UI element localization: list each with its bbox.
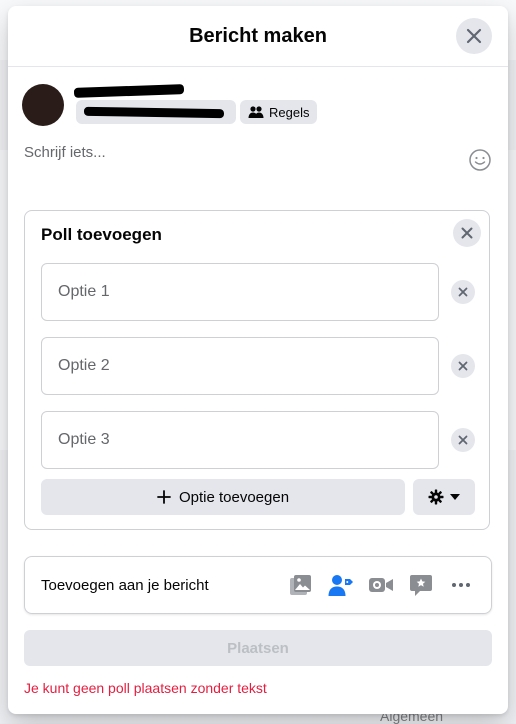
photo-video-icon: [290, 575, 311, 595]
add-to-post-bar: Toevoegen aan je bericht: [24, 556, 492, 614]
close-icon: [466, 28, 482, 44]
remove-option-button[interactable]: [451, 354, 475, 378]
photo-video-button[interactable]: [287, 571, 315, 599]
close-icon: [458, 361, 468, 371]
poll-option-input[interactable]: [41, 337, 439, 395]
gear-icon: [428, 489, 444, 505]
live-video-icon: [369, 578, 393, 592]
feeling-icon: [410, 575, 432, 596]
post-author: Regels: [22, 82, 492, 132]
more-options-button[interactable]: [447, 571, 475, 599]
poll-option-row: [41, 411, 475, 469]
emoji-button[interactable]: [468, 148, 492, 172]
remove-poll-button[interactable]: [453, 219, 481, 247]
redacted-name: [73, 84, 185, 98]
smiley-icon: [469, 149, 491, 171]
more-icon: [452, 583, 470, 587]
poll-option-row: [41, 263, 475, 321]
live-video-button[interactable]: [367, 571, 395, 599]
remove-option-button[interactable]: [451, 280, 475, 304]
close-icon: [461, 227, 473, 239]
remove-option-button[interactable]: [451, 428, 475, 452]
add-option-label: Optie toevoegen: [178, 488, 290, 506]
poll-settings-button[interactable]: [413, 479, 475, 515]
poll-card: Poll toevoegen Optie 1 Optie 2 Optie 3 O…: [24, 210, 490, 530]
post-button[interactable]: Plaatsen: [24, 630, 492, 666]
poll-option-input[interactable]: [41, 411, 439, 469]
poll-option-input[interactable]: [41, 263, 439, 321]
close-icon: [458, 435, 468, 445]
dialog-title: Bericht maken: [189, 24, 327, 47]
tag-people-button[interactable]: [327, 571, 355, 599]
avatar: [22, 84, 64, 126]
add-option-button[interactable]: Optie toevoegen: [41, 479, 405, 515]
rules-label: Regels: [269, 104, 310, 120]
tag-people-icon: [328, 575, 353, 596]
rules-button[interactable]: Regels: [240, 100, 318, 124]
close-button[interactable]: [456, 18, 492, 54]
caret-down-icon: [450, 494, 460, 500]
feeling-activity-button[interactable]: [407, 571, 435, 599]
poll-title: Poll toevoegen: [41, 225, 162, 244]
close-icon: [458, 287, 468, 297]
post-text-input[interactable]: Schrijf iets...: [24, 144, 106, 161]
add-to-post-label: Toevoegen aan je bericht: [41, 576, 209, 594]
create-post-dialog: Bericht maken Regels Schrijf iets... Pol…: [8, 6, 508, 714]
dialog-header: Bericht maken: [8, 6, 508, 67]
error-message: Je kunt geen poll plaatsen zonder tekst: [24, 680, 267, 696]
group-icon: [248, 106, 264, 118]
attachment-options: [287, 571, 475, 599]
poll-option-row: [41, 337, 475, 395]
plus-icon: [157, 490, 171, 504]
